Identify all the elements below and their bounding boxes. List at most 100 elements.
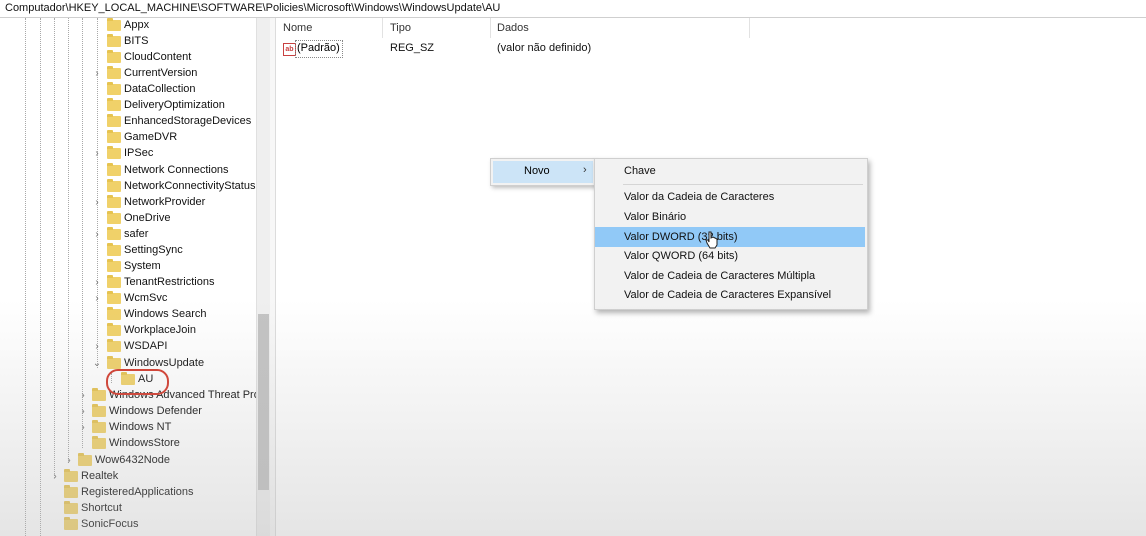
menu-item-qword-value[interactable]: Valor QWORD (64 bits)	[595, 246, 865, 266]
expand-chevron-icon[interactable]	[92, 132, 102, 144]
hand-cursor-icon	[705, 231, 718, 249]
folder-icon	[107, 130, 121, 143]
context-menu[interactable]: Novo ›	[490, 158, 596, 186]
expand-chevron-icon[interactable]	[92, 325, 102, 337]
menu-item-dword-value[interactable]: Valor DWORD (32 bits)	[595, 227, 865, 247]
folder-icon	[64, 469, 78, 482]
column-divider[interactable]	[382, 18, 383, 38]
folder-icon	[64, 485, 78, 498]
tree-item-label: OneDrive	[124, 212, 171, 224]
expand-chevron-icon[interactable]	[50, 487, 60, 499]
folder-icon	[107, 98, 121, 111]
expand-chevron-icon[interactable]	[50, 503, 60, 515]
tree-item-label: safer	[124, 228, 149, 240]
tree-item-label: DeliveryOptimization	[124, 99, 225, 111]
expand-chevron-icon[interactable]	[92, 261, 102, 273]
menu-item-string-value[interactable]: Valor da Cadeia de Caracteres	[595, 187, 865, 207]
column-divider[interactable]	[490, 18, 491, 38]
folder-icon	[107, 82, 121, 95]
expand-chevron-icon[interactable]	[92, 100, 102, 112]
expand-chevron-icon[interactable]	[92, 165, 102, 177]
expand-chevron-icon[interactable]: ›	[78, 390, 88, 402]
tree-item-label: Windows Defender	[109, 405, 202, 417]
menu-item-novo[interactable]: Novo ›	[493, 161, 593, 183]
tree-item-label: Windows NT	[109, 421, 172, 433]
tree-item-label: WorkplaceJoin	[124, 324, 196, 336]
collapse-chevron-icon[interactable]: ⌄	[92, 358, 102, 370]
folder-icon	[107, 50, 121, 63]
tree-item-label: SonicFocus	[81, 518, 139, 530]
expand-chevron-icon[interactable]	[92, 84, 102, 96]
column-header-type[interactable]: Tipo	[390, 22, 411, 34]
expand-chevron-icon[interactable]: ›	[92, 197, 102, 209]
column-header-name[interactable]: Nome	[283, 22, 312, 34]
column-divider[interactable]	[749, 18, 750, 38]
folder-icon	[107, 323, 121, 336]
menu-item-binary-value[interactable]: Valor Binário	[595, 207, 865, 227]
expand-chevron-icon[interactable]: ›	[92, 229, 102, 241]
expand-chevron-icon[interactable]: ›	[64, 455, 74, 467]
expand-chevron-icon[interactable]: ›	[78, 422, 88, 434]
tree-guide	[40, 18, 41, 536]
folder-icon	[107, 275, 121, 288]
expand-chevron-icon[interactable]: ›	[92, 148, 102, 160]
address-bar[interactable]: Computador\HKEY_LOCAL_MACHINE\SOFTWARE\P…	[0, 0, 1146, 18]
menu-separator	[623, 184, 863, 185]
new-submenu[interactable]: Chave Valor da Cadeia de Caracteres Valo…	[594, 158, 868, 310]
menu-item-expandable-string-value[interactable]: Valor de Cadeia de Caracteres Expansível	[595, 285, 865, 305]
value-name[interactable]: (Padrão)	[295, 40, 343, 58]
tree-item-label: Appx	[124, 19, 150, 31]
expand-chevron-icon[interactable]: ›	[92, 341, 102, 353]
folder-icon	[107, 146, 121, 159]
menu-item-chave[interactable]: Chave	[595, 161, 865, 181]
expand-chevron-icon[interactable]	[92, 181, 102, 193]
folder-icon	[107, 339, 121, 352]
tree-item-label: Network Connections	[124, 164, 229, 176]
menu-item-label: Novo	[524, 165, 550, 177]
registry-tree[interactable]: Appx BITS CloudContent › CurrentVersion …	[0, 18, 256, 536]
folder-icon	[92, 388, 106, 401]
expand-chevron-icon[interactable]	[92, 213, 102, 225]
expand-chevron-icon[interactable]	[92, 36, 102, 48]
column-header-data[interactable]: Dados	[497, 22, 529, 34]
tree-item-label: WindowsStore	[109, 437, 180, 449]
tree-item-label: Shortcut	[81, 502, 122, 514]
tree-item-label: Windows Search	[124, 308, 207, 320]
expand-chevron-icon[interactable]	[92, 245, 102, 257]
folder-icon	[64, 517, 78, 530]
expand-chevron-icon[interactable]: ›	[50, 471, 60, 483]
tree-item-label: IPSec	[124, 147, 154, 159]
folder-icon	[92, 420, 106, 433]
tree-guide	[54, 18, 55, 478]
expand-chevron-icon[interactable]	[50, 519, 60, 531]
expand-chevron-icon[interactable]	[92, 309, 102, 321]
expand-chevron-icon[interactable]	[78, 438, 88, 450]
tree-item-label: CurrentVersion	[124, 67, 198, 79]
folder-icon	[107, 227, 121, 240]
tree-item-label: Realtek	[81, 470, 119, 482]
menu-item-multi-string-value[interactable]: Valor de Cadeia de Caracteres Múltipla	[595, 266, 865, 286]
tree-item-label: NetworkConnectivityStatusI	[124, 180, 256, 192]
expand-chevron-icon[interactable]	[92, 52, 102, 64]
tree-item-label: CloudContent	[124, 51, 192, 63]
expand-chevron-icon[interactable]: ›	[92, 68, 102, 80]
folder-icon	[107, 356, 121, 369]
folder-icon	[107, 179, 121, 192]
highlight-circle	[106, 369, 169, 395]
tree-item-label: WSDAPI	[124, 340, 168, 352]
expand-chevron-icon[interactable]: ›	[92, 277, 102, 289]
tree-guide	[68, 18, 69, 463]
expand-chevron-icon[interactable]	[92, 20, 102, 32]
folder-icon	[107, 291, 121, 304]
tree-guide	[25, 18, 26, 536]
pane-splitter[interactable]	[270, 18, 276, 536]
scrollbar-thumb[interactable]	[258, 314, 269, 490]
tree-item-label: System	[124, 260, 161, 272]
tree-guide	[82, 18, 83, 448]
tree-item-label: DataCollection	[124, 83, 196, 95]
tree-item-label: Wow6432Node	[95, 454, 171, 466]
expand-chevron-icon[interactable]	[92, 116, 102, 128]
expand-chevron-icon[interactable]: ›	[92, 293, 102, 305]
folder-icon	[107, 243, 121, 256]
expand-chevron-icon[interactable]: ›	[78, 406, 88, 418]
